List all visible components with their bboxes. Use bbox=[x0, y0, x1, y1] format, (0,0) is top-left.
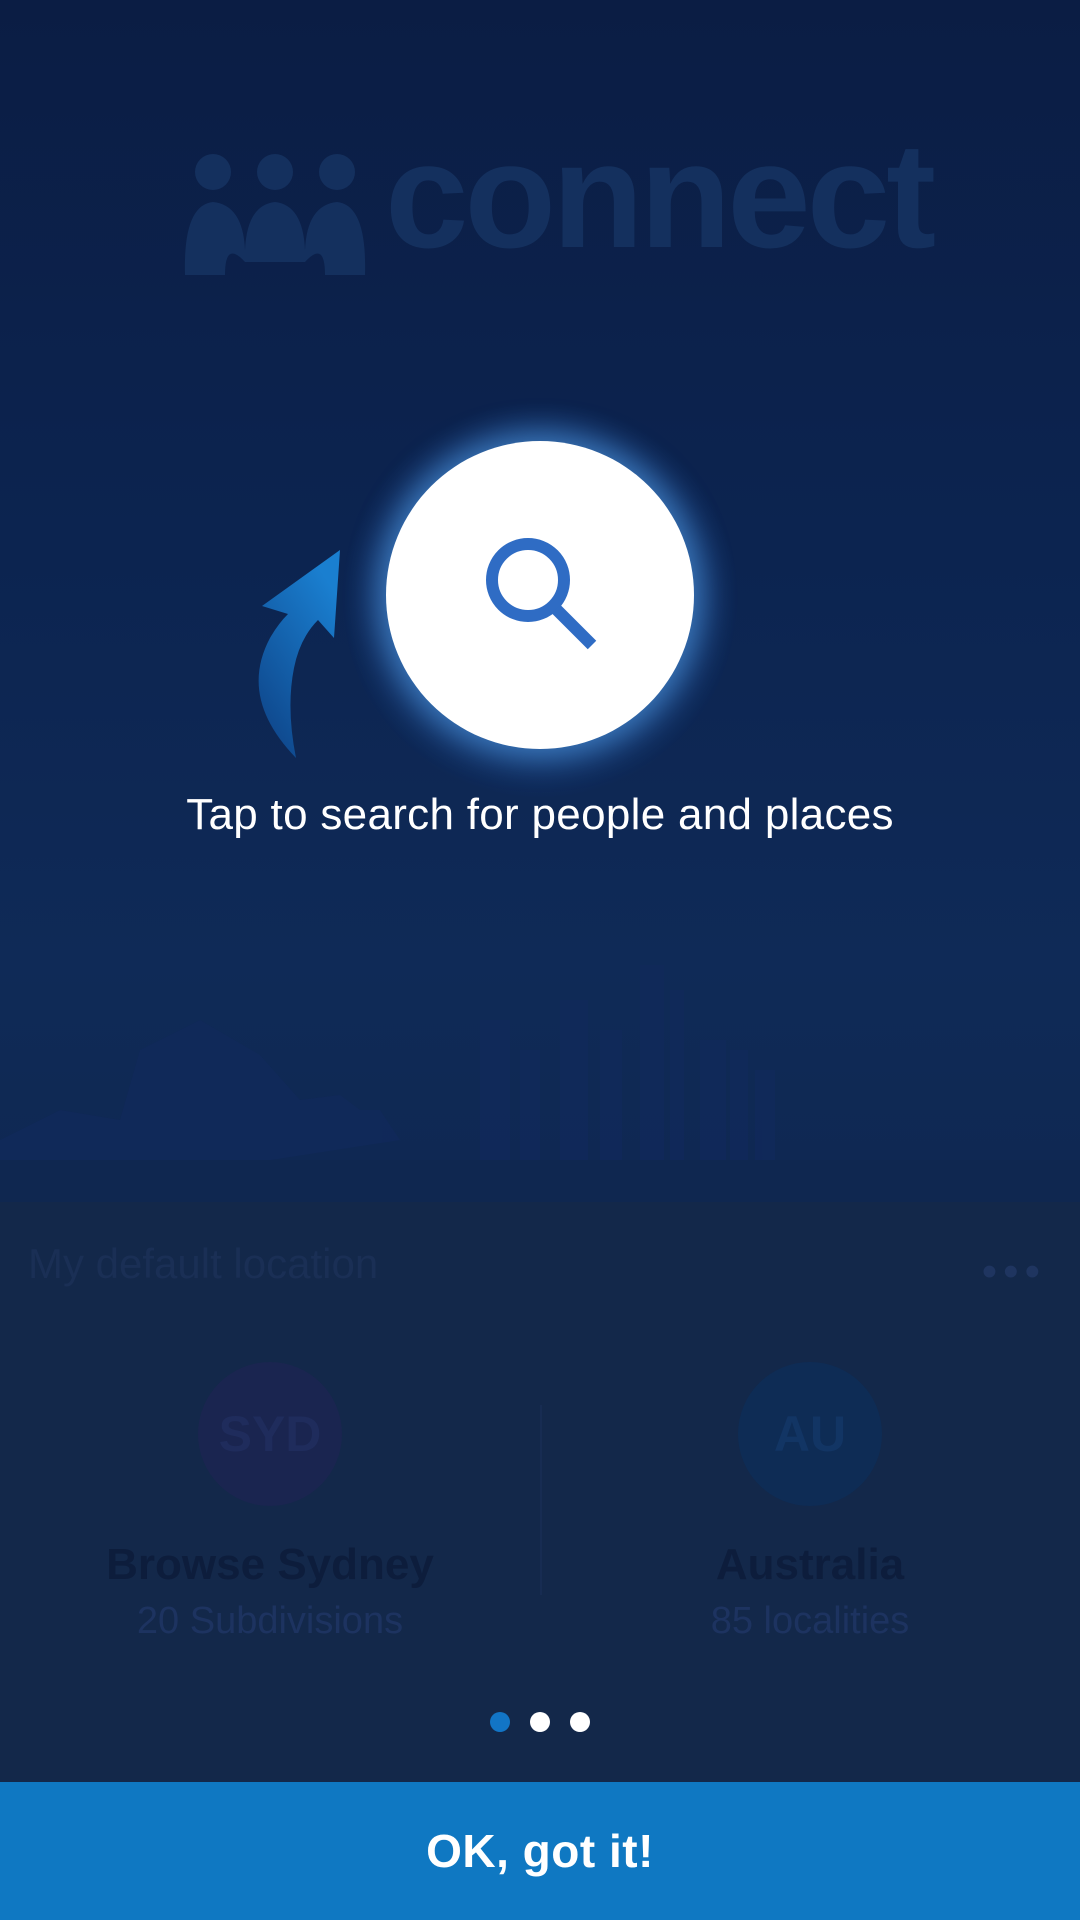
location-subtitle: 20 Subdivisions bbox=[136, 1600, 404, 1642]
page-indicator bbox=[0, 1712, 1080, 1732]
page-dot[interactable] bbox=[530, 1712, 550, 1732]
search-icon bbox=[486, 538, 597, 650]
section-title: My default location bbox=[28, 1240, 379, 1287]
location-name: Australia bbox=[715, 1540, 905, 1589]
city-skyline-image bbox=[0, 965, 1080, 1202]
coach-mark-screen: connect My default location ••• SYD Brow… bbox=[0, 0, 1080, 1920]
location-card-sydney: SYD Browse Sydney 20 Subdivisions bbox=[0, 1362, 540, 1662]
location-subtitle: 85 localities bbox=[710, 1600, 910, 1642]
page-dot[interactable] bbox=[490, 1712, 510, 1732]
page-dot[interactable] bbox=[570, 1712, 590, 1732]
ok-got-it-button[interactable]: OK, got it! bbox=[0, 1782, 1080, 1920]
location-code-badge: SYD bbox=[198, 1362, 342, 1506]
logo-wordmark: connect bbox=[385, 111, 936, 279]
location-code-badge: AU bbox=[738, 1362, 882, 1506]
location-card-australia: AU Australia 85 localities bbox=[540, 1362, 1080, 1662]
hint-text: Tap to search for people and places bbox=[186, 790, 894, 839]
more-options-icon: ••• bbox=[981, 1247, 1046, 1296]
pointer-arrow-icon bbox=[258, 550, 340, 758]
search-button[interactable] bbox=[386, 441, 694, 749]
app-logo: connect bbox=[175, 120, 936, 280]
people-logo-icon bbox=[184, 154, 366, 275]
location-name: Browse Sydney bbox=[106, 1540, 434, 1589]
